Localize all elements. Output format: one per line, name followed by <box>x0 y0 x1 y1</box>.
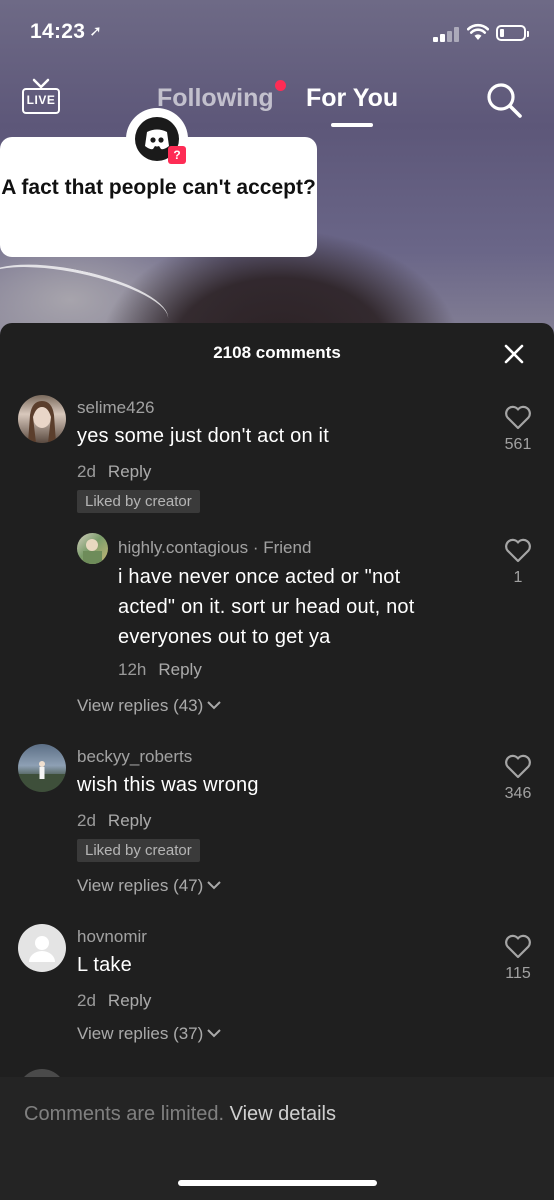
comment-username[interactable]: beckyy_roberts <box>77 747 192 767</box>
question-sticker-text: A fact that people can't accept? <box>1 176 316 199</box>
chevron-down-icon <box>207 701 222 710</box>
comment-meta: 2d Reply <box>77 991 151 1011</box>
comments-limited-text: Comments are limited. <box>24 1103 225 1125</box>
comments-sheet: 2108 comments selime426 yes some just do… <box>0 323 554 1200</box>
live-button[interactable]: LIVE <box>22 78 60 118</box>
avatar[interactable] <box>18 395 66 443</box>
like-count: 1 <box>513 569 523 586</box>
comments-count-title: 2108 comments <box>213 343 341 362</box>
like-button[interactable]: 561 <box>498 405 538 454</box>
live-label: LIVE <box>22 88 60 114</box>
wifi-icon <box>467 23 489 40</box>
like-count: 115 <box>505 965 531 982</box>
reply-meta: 12h Reply <box>118 660 202 680</box>
battery-fill <box>500 29 504 37</box>
liked-by-creator-badge: Liked by creator <box>77 490 200 513</box>
chevron-down-icon <box>207 1029 222 1038</box>
tab-for-you[interactable]: For You <box>306 84 398 113</box>
view-replies-button[interactable]: View replies (47) <box>77 876 222 896</box>
comment-meta: 2d Reply <box>77 811 151 831</box>
close-icon[interactable] <box>502 342 526 366</box>
reply-button[interactable]: Reply <box>108 462 151 481</box>
reply-username[interactable]: highly.contagious <box>118 538 248 557</box>
chevron-down-icon <box>207 881 222 890</box>
friend-tag: Friend <box>263 538 312 557</box>
location-arrow-icon: ➚ <box>89 23 103 40</box>
comment-age: 2d <box>77 811 96 830</box>
view-replies-label: View replies (37) <box>77 1024 204 1043</box>
comment-age: 2d <box>77 991 96 1010</box>
tab-following[interactable]: Following <box>157 84 274 113</box>
heart-icon <box>505 538 531 563</box>
following-notification-dot <box>275 80 286 91</box>
view-replies-label: View replies (43) <box>77 696 204 715</box>
battery-icon <box>496 25 529 41</box>
status-time: 14:23 ➚ <box>30 20 102 44</box>
view-replies-label: View replies (47) <box>77 876 204 895</box>
avatar[interactable] <box>18 744 66 792</box>
question-mark-badge: ? <box>168 146 186 164</box>
reply-username-line: highly.contagious · Friend <box>118 538 312 557</box>
like-count: 346 <box>504 785 532 802</box>
view-replies-button[interactable]: View replies (37) <box>77 1024 222 1044</box>
heart-icon <box>505 754 531 779</box>
comment-username[interactable]: hovnomir <box>77 927 147 947</box>
comments-limited-notice: Comments are limited. View details <box>24 1103 336 1126</box>
reply-button[interactable]: Reply <box>108 811 151 830</box>
avatar[interactable] <box>77 533 108 564</box>
like-button[interactable]: 1 <box>498 538 538 587</box>
reply-button[interactable]: Reply <box>108 991 151 1010</box>
like-button[interactable]: 115 <box>498 934 538 983</box>
like-button[interactable]: 346 <box>498 754 538 803</box>
comment-text: L take <box>77 954 132 976</box>
default-avatar-icon[interactable] <box>18 924 66 972</box>
comment-meta: 2d Reply <box>77 462 151 482</box>
like-count: 561 <box>504 436 532 453</box>
liked-by-creator-badge: Liked by creator <box>77 839 200 862</box>
reply-button[interactable]: Reply <box>158 660 201 679</box>
comment-age: 2d <box>77 462 96 481</box>
comment-text: yes some just don't act on it <box>77 425 329 447</box>
tab-active-indicator <box>331 123 373 127</box>
heart-icon <box>505 934 531 959</box>
home-indicator[interactable] <box>178 1180 377 1186</box>
reply-age: 12h <box>118 660 147 679</box>
comment-text: wish this was wrong <box>77 774 259 796</box>
status-time-text: 14:23 <box>30 20 86 43</box>
view-details-link[interactable]: View details <box>230 1103 336 1125</box>
heart-icon <box>505 405 531 430</box>
search-icon[interactable] <box>484 80 524 120</box>
reply-text: i have never once acted or "not acted" o… <box>118 566 415 648</box>
cellular-signal-icon <box>433 26 461 42</box>
comment-username[interactable]: selime426 <box>77 398 155 418</box>
view-replies-button[interactable]: View replies (43) <box>77 696 222 716</box>
status-bar: 14:23 ➚ <box>0 0 554 66</box>
